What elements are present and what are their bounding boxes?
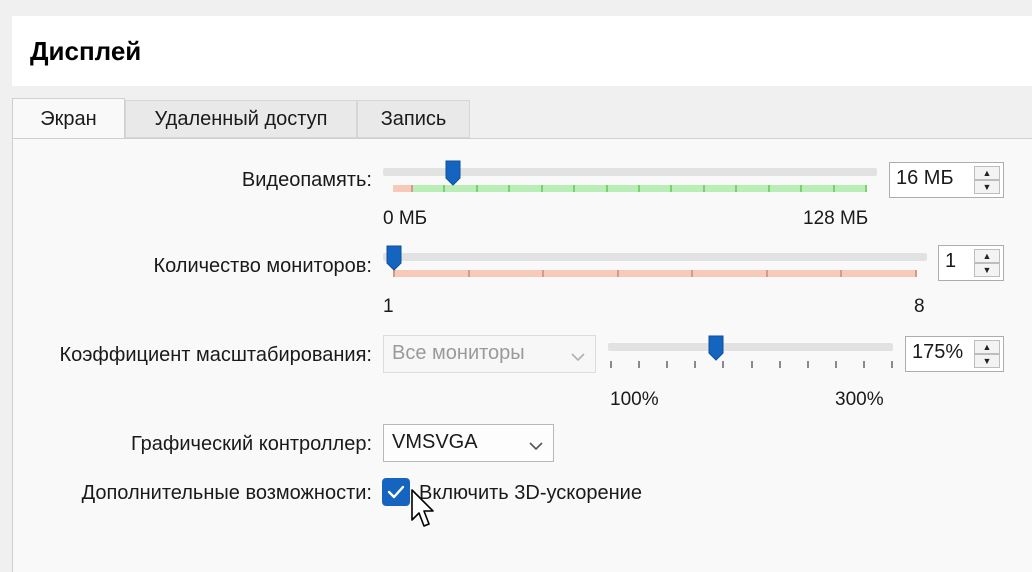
slider-tick xyxy=(806,361,809,368)
3d-acceleration-label[interactable]: Включить 3D-ускорение xyxy=(419,482,642,505)
video-memory-spinbox[interactable]: 16 МБ ▲ ▼ xyxy=(889,162,1004,198)
graphics-controller-value: VMSVGA xyxy=(392,431,478,453)
slider-tick xyxy=(616,270,619,277)
slider-tick xyxy=(840,270,843,277)
chevron-down-icon xyxy=(571,349,585,367)
slider-tick xyxy=(915,270,917,277)
video-memory-value: 16 МБ xyxy=(896,167,954,189)
tab-screen[interactable]: Экран xyxy=(12,98,125,140)
video-memory-label: Видеопамять: xyxy=(241,169,372,191)
slider-tick xyxy=(834,361,837,368)
extended-features-label: Дополнительные возможности: xyxy=(81,482,372,504)
scale-slider-handle[interactable] xyxy=(708,335,724,361)
tab-screen-label: Экран xyxy=(40,108,97,130)
scale-monitor-select[interactable]: Все мониторы xyxy=(383,335,596,373)
tab-remote-access[interactable]: Удаленный доступ xyxy=(125,100,357,138)
monitors-label: Количество мониторов: xyxy=(153,255,372,277)
slider-tick xyxy=(722,361,725,368)
slider-tick xyxy=(862,361,865,368)
tab-recording-label: Запись xyxy=(380,107,447,130)
slider-tick xyxy=(691,270,694,277)
monitors-slider-track[interactable] xyxy=(383,253,927,261)
video-memory-min-label: 0 МБ xyxy=(383,208,428,229)
video-memory-max-label: 128 МБ xyxy=(803,208,869,229)
monitors-min-label: 1 xyxy=(383,296,394,317)
scale-slider-track[interactable] xyxy=(608,343,893,351)
slider-tick xyxy=(800,185,803,192)
slider-tick xyxy=(670,185,673,192)
slider-tick xyxy=(891,361,893,368)
slider-tick xyxy=(475,185,478,192)
scale-value: 175% xyxy=(912,341,964,363)
tab-remote-access-label: Удаленный доступ xyxy=(154,107,328,130)
slider-tick xyxy=(542,270,545,277)
slider-tick xyxy=(767,185,770,192)
monitors-max-label: 8 xyxy=(914,296,925,317)
scale-spinbox[interactable]: 175% ▲ ▼ xyxy=(905,336,1004,372)
monitors-decrement-button[interactable]: ▼ xyxy=(974,263,1000,277)
monitors-value: 1 xyxy=(945,250,957,272)
slider-tick xyxy=(865,185,867,192)
slider-tick xyxy=(735,185,738,192)
page-title: Дисплей xyxy=(30,36,142,66)
mouse-cursor-icon xyxy=(410,488,436,535)
monitors-increment-button[interactable]: ▲ xyxy=(974,249,1000,263)
monitors-slider-handle[interactable] xyxy=(386,245,402,271)
page-header xyxy=(12,16,1032,86)
video-memory-decrement-button[interactable]: ▼ xyxy=(974,180,1000,194)
slider-tick xyxy=(610,361,612,368)
slider-tick xyxy=(638,185,640,192)
slider-tick xyxy=(750,361,753,368)
video-memory-recommended-zone xyxy=(393,185,413,192)
video-memory-slider-handle[interactable] xyxy=(445,160,461,186)
scale-max-label: 300% xyxy=(835,389,884,410)
graphics-controller-select[interactable]: VMSVGA xyxy=(383,424,554,462)
graphics-controller-label: Графический контроллер: xyxy=(130,433,372,455)
scale-monitor-select-value: Все мониторы xyxy=(392,342,525,364)
video-memory-good-zone xyxy=(413,185,867,192)
scale-increment-button[interactable]: ▲ xyxy=(974,340,1000,354)
scale-min-label: 100% xyxy=(610,389,659,410)
scale-decrement-button[interactable]: ▼ xyxy=(974,354,1000,368)
slider-tick xyxy=(508,185,511,192)
slider-tick xyxy=(694,361,697,368)
checkmark-icon xyxy=(382,485,410,510)
tab-recording[interactable]: Запись xyxy=(357,100,470,138)
scale-label: Коэффициент масштабирования: xyxy=(59,344,372,366)
slider-tick xyxy=(702,185,705,192)
slider-tick xyxy=(467,270,470,277)
slider-tick xyxy=(605,185,608,192)
3d-acceleration-checkbox[interactable] xyxy=(382,478,410,506)
video-memory-increment-button[interactable]: ▲ xyxy=(974,166,1000,180)
slider-tick xyxy=(765,270,768,277)
slider-tick xyxy=(540,185,543,192)
monitors-spinbox[interactable]: 1 ▲ ▼ xyxy=(938,245,1004,281)
slider-tick xyxy=(411,185,413,192)
slider-tick xyxy=(443,185,446,192)
slider-tick xyxy=(638,361,641,368)
chevron-down-icon xyxy=(529,438,543,456)
slider-tick xyxy=(778,361,781,368)
slider-tick xyxy=(573,185,576,192)
monitors-warning-zone xyxy=(393,270,917,277)
slider-tick xyxy=(832,185,835,192)
slider-tick xyxy=(666,361,669,368)
slider-tick xyxy=(393,270,395,277)
